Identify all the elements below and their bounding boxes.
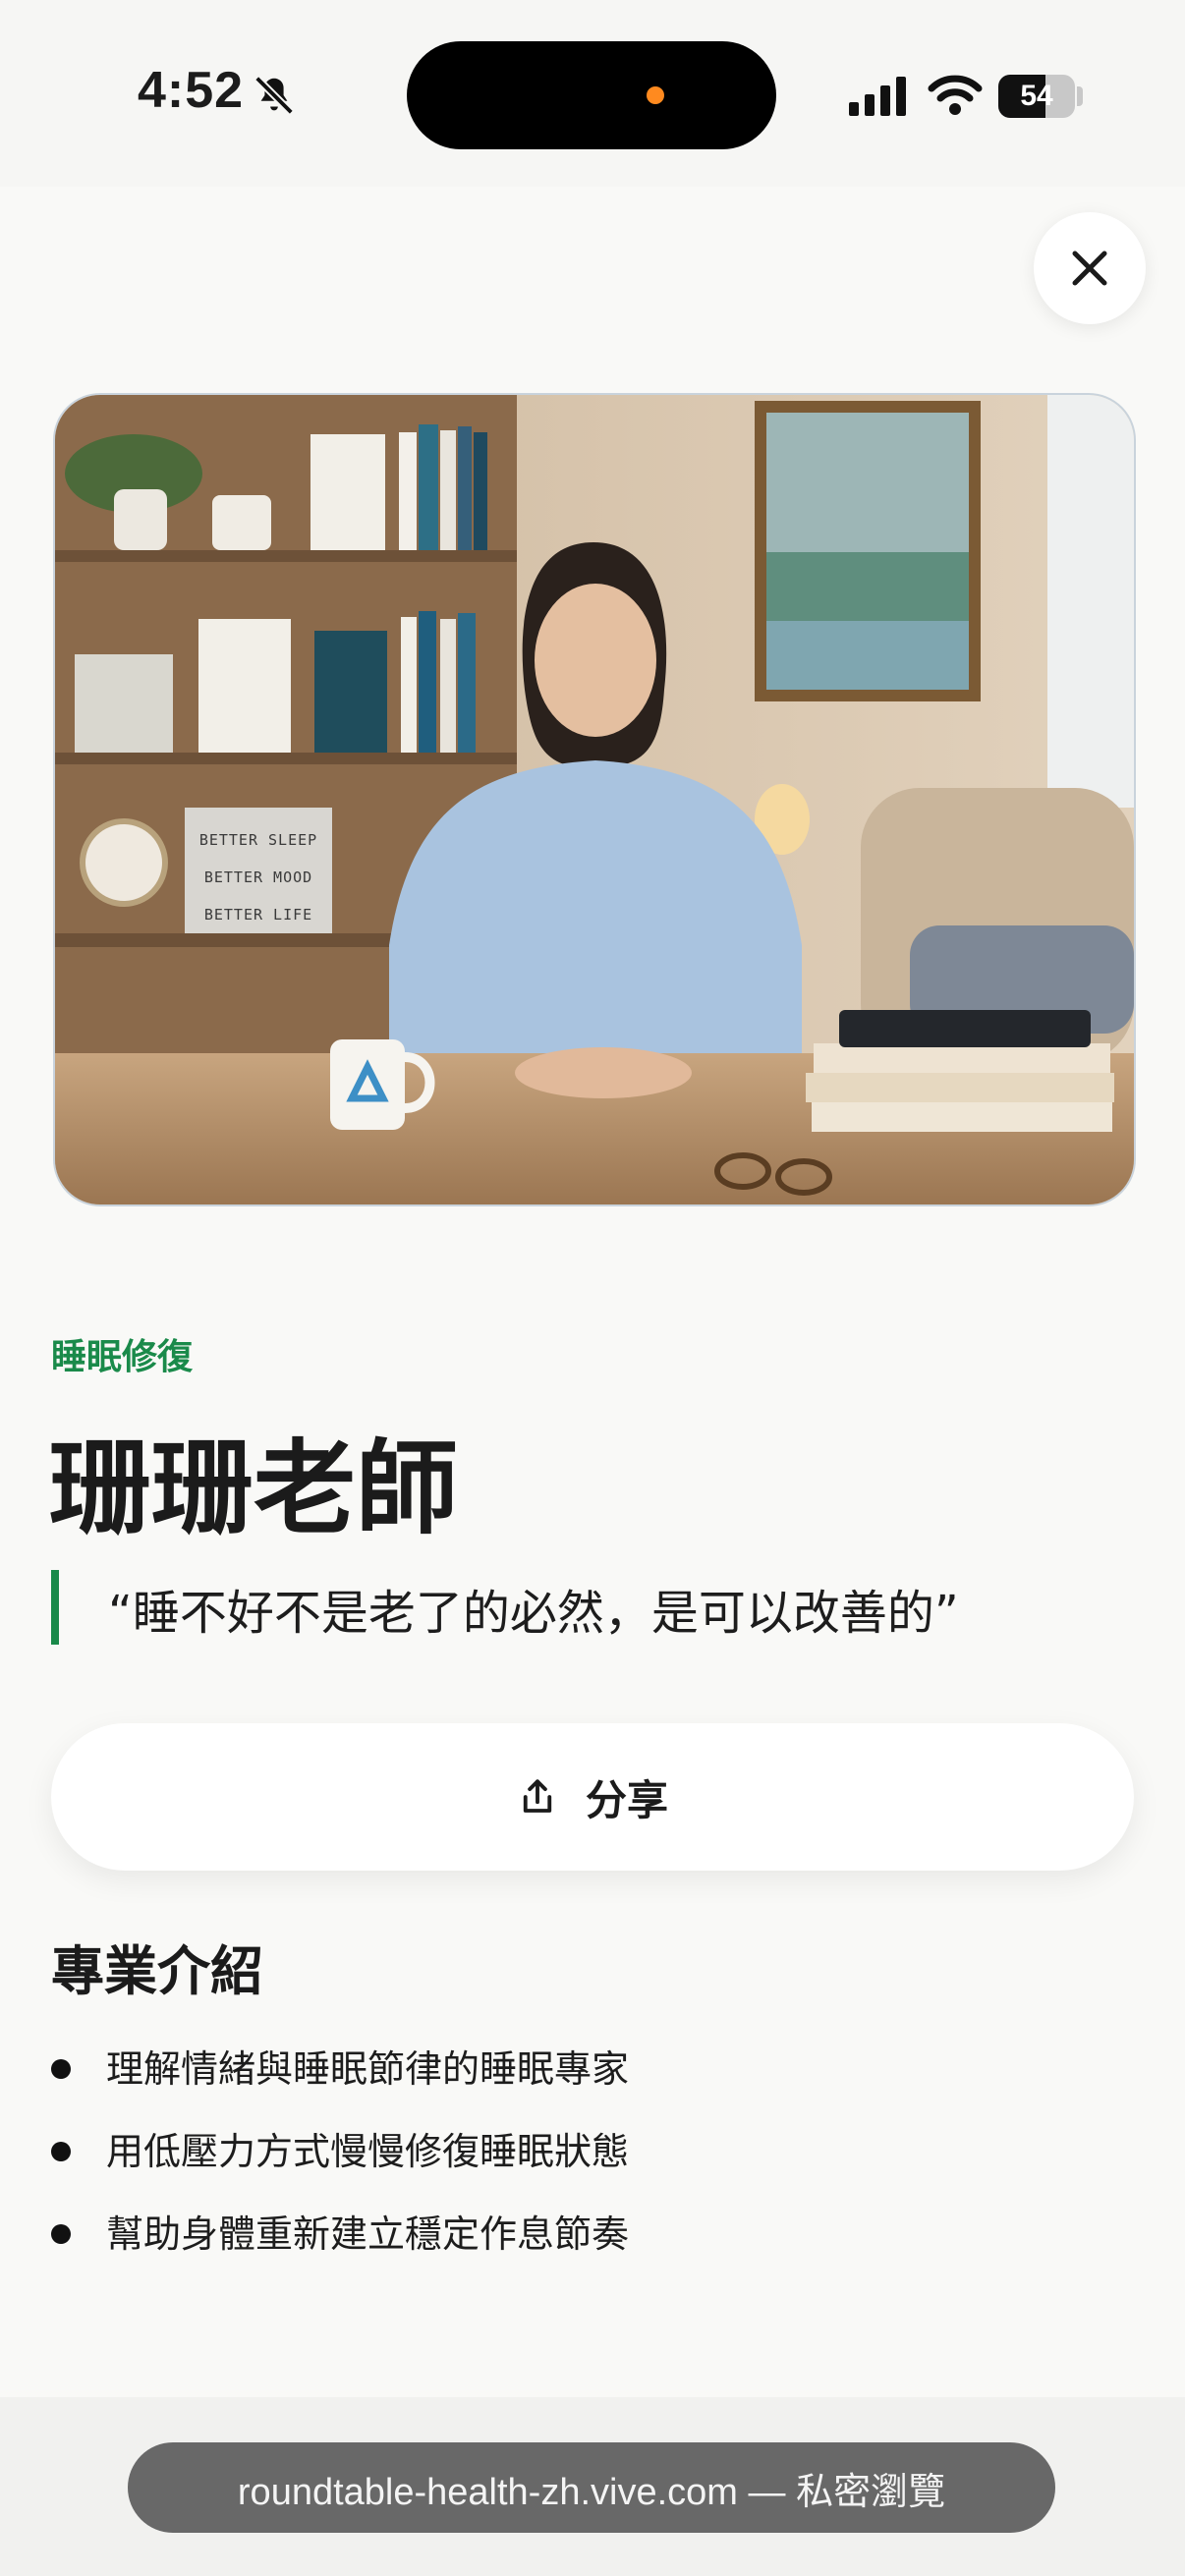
list-item-text: 理解情緒與睡眠節律的睡眠專家	[106, 2046, 630, 2091]
shelf-sign: BETTER SLEEP BETTER MOOD BETTER LIFE	[189, 821, 328, 933]
share-button[interactable]: 分享	[51, 1723, 1134, 1871]
shelf-sign-line: BETTER SLEEP	[198, 831, 318, 849]
cellular-signal-icon	[849, 77, 906, 116]
battery-cap	[1077, 86, 1083, 106]
share-icon	[523, 1779, 552, 1813]
share-button-label: 分享	[585, 1775, 668, 1824]
list-item: 幫助身體重新建立穩定作息節奏	[51, 2189, 629, 2271]
bell-slash-icon	[254, 76, 294, 115]
teacher-photo: BETTER SLEEP BETTER MOOD BETTER LIFE	[53, 393, 1136, 1206]
category-label: 睡眠修復	[51, 1337, 194, 1377]
battery-level: 54	[1020, 80, 1053, 112]
intro-list: 理解情緒與睡眠節律的睡眠專家 用低壓力方式慢慢修復睡眠狀態 幫助身體重新建立穩定…	[51, 2024, 629, 2271]
teacher-name: 珊珊老師	[49, 1428, 459, 1548]
status-bar: 4:52 54	[0, 0, 1185, 187]
close-button[interactable]	[1034, 212, 1146, 324]
list-item-text: 用低壓力方式慢慢修復睡眠狀態	[106, 2129, 630, 2173]
close-icon	[1072, 251, 1107, 286]
list-item-text: 幫助身體重新建立穩定作息節奏	[106, 2212, 630, 2256]
bullet-icon	[51, 2224, 71, 2244]
shelf-sign-line: BETTER MOOD	[203, 868, 313, 886]
bullet-icon	[51, 2142, 71, 2161]
privacy-indicator-dot	[647, 86, 664, 104]
address-bar-url: roundtable-health-zh.vive.com — 私密瀏覽	[237, 2471, 946, 2513]
status-time: 4:52	[138, 62, 245, 119]
teacher-quote: “睡不好不是老了的必然，是可以改善的”	[108, 1586, 959, 1641]
list-item: 理解情緒與睡眠節律的睡眠專家	[51, 2024, 629, 2106]
battery-indicator: 54	[998, 75, 1075, 118]
shelf-sign-line: BETTER LIFE	[203, 906, 313, 924]
list-item: 用低壓力方式慢慢修復睡眠狀態	[51, 2106, 629, 2189]
dynamic-island	[407, 41, 776, 149]
wifi-icon	[928, 75, 983, 115]
address-bar[interactable]: roundtable-health-zh.vive.com — 私密瀏覽	[128, 2442, 1055, 2533]
bullet-icon	[51, 2059, 71, 2079]
intro-section-title: 專業介紹	[51, 1940, 263, 2002]
quote-accent-bar	[51, 1570, 59, 1645]
